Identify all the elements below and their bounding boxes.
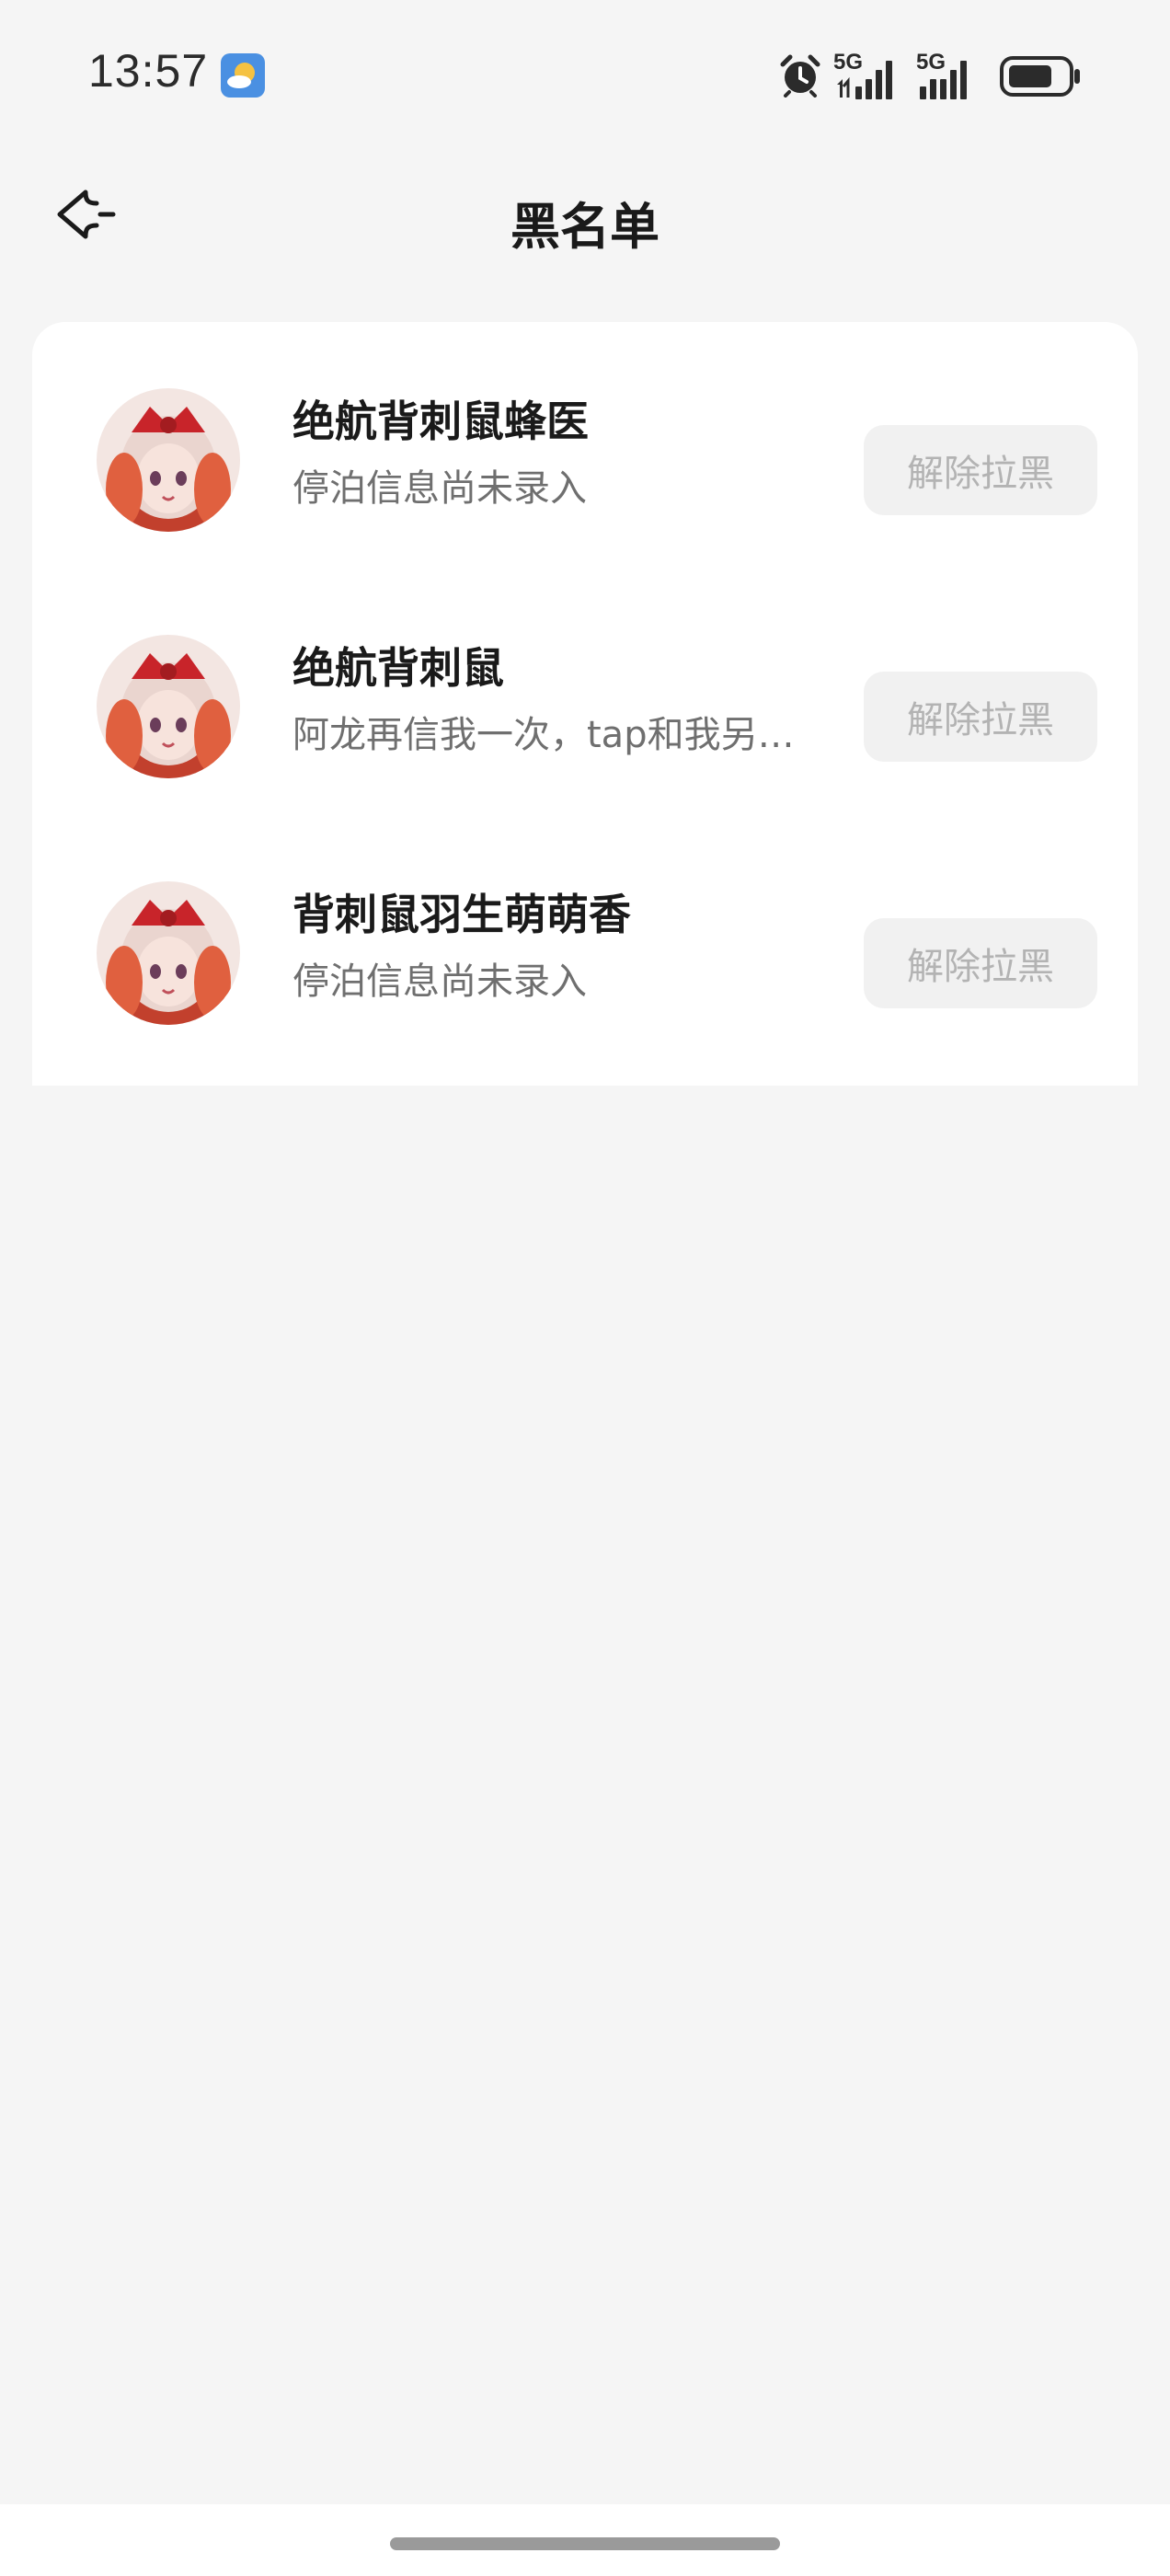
status-time: 13:57 — [88, 45, 209, 97]
weather-icon — [221, 53, 265, 98]
item-name: 背刺鼠羽生萌萌香 — [292, 890, 631, 939]
status-bar: 13:57 5G 5G — [0, 0, 1170, 138]
unblock-button[interactable]: 解除拉黑 — [864, 672, 1097, 762]
gesture-bar — [0, 2504, 1170, 2576]
list-item: 背刺鼠羽生萌萌香 停泊信息尚未录入 解除拉黑 — [32, 815, 1138, 1062]
unblock-button[interactable]: 解除拉黑 — [864, 425, 1097, 515]
avatar-image — [97, 881, 240, 1025]
page-title: 黑名单 — [510, 198, 660, 256]
item-subtitle: 阿龙再信我一次，tap和我另… — [292, 714, 795, 756]
item-subtitle: 停泊信息尚未录入 — [292, 467, 587, 510]
blacklist-page: 13:57 5G 5G 黑名单 绝航背刺鼠蜂医 停泊信息尚未录入 解除拉黑 绝航… — [0, 0, 1170, 2576]
signal-icon — [920, 61, 967, 99]
status-icons: 5G 5G — [778, 50, 1082, 101]
item-name: 绝航背刺鼠 — [292, 643, 504, 693]
avatar-image — [97, 635, 240, 778]
list-item: 绝航背刺鼠 阿龙再信我一次，tap和我另… 解除拉黑 — [32, 569, 1138, 815]
blocklist-card: 绝航背刺鼠蜂医 停泊信息尚未录入 解除拉黑 绝航背刺鼠 阿龙再信我一次，tap和… — [32, 322, 1138, 1086]
item-subtitle: 停泊信息尚未录入 — [292, 960, 587, 1003]
battery-icon — [1000, 56, 1080, 97]
signal-icon — [837, 61, 892, 99]
avatar[interactable] — [97, 635, 240, 778]
avatar-image — [97, 388, 240, 532]
header: 黑名单 — [0, 156, 1170, 276]
home-indicator[interactable] — [390, 2537, 780, 2550]
unblock-button[interactable]: 解除拉黑 — [864, 918, 1097, 1008]
avatar[interactable] — [97, 881, 240, 1025]
avatar[interactable] — [97, 388, 240, 532]
alarm-icon — [780, 54, 820, 98]
list-item: 绝航背刺鼠蜂医 停泊信息尚未录入 解除拉黑 — [32, 322, 1138, 569]
item-name: 绝航背刺鼠蜂医 — [292, 397, 589, 446]
